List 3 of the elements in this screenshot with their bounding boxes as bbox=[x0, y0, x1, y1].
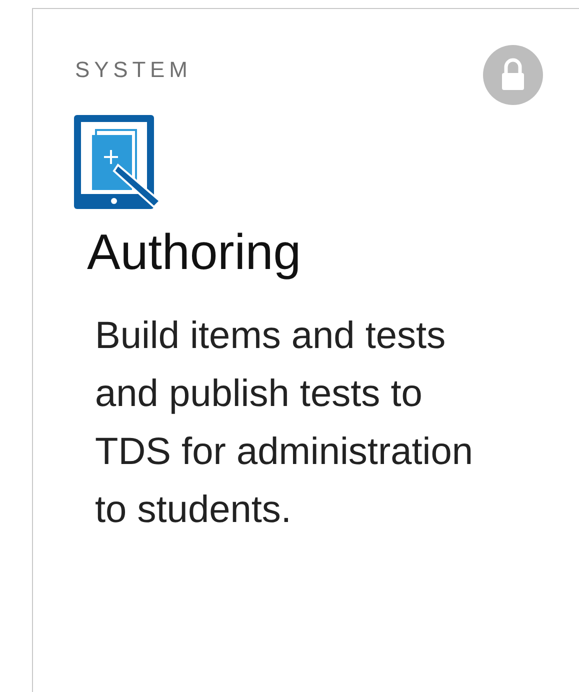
card-description: Build items and tests and publish tests to TDS for administration to students. bbox=[95, 314, 474, 533]
card-title: Authoring bbox=[87, 227, 302, 277]
category-label: SYSTEM bbox=[75, 59, 192, 81]
